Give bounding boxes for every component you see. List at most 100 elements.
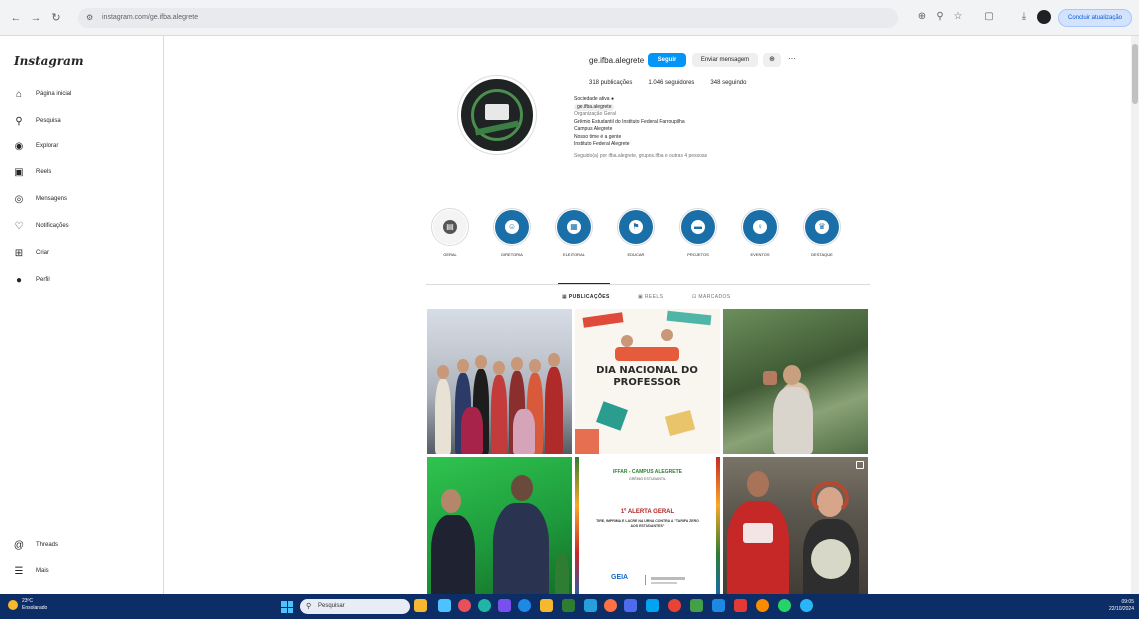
app-icon[interactable]: [604, 599, 617, 612]
messenger-icon: ◎: [14, 193, 24, 205]
system-clock[interactable]: 09:05 22/10/2024: [1090, 599, 1134, 613]
highlight-label: ELEITORAL: [563, 252, 585, 257]
app-icon[interactable]: [624, 599, 637, 612]
tab-marcados[interactable]: ⊡ MARCADOS: [692, 294, 730, 300]
post-alerta-geral[interactable]: IFFAR - CAMPUS ALEGRETE GRÊMIO ESTUDANTI…: [575, 457, 720, 594]
app-icon[interactable]: [584, 599, 597, 612]
highlight-diretoria[interactable]: ☺ DIRETORIA: [489, 208, 535, 257]
app-icon[interactable]: [756, 599, 769, 612]
bio-line: Campus Alegrete: [574, 126, 613, 132]
app-icon[interactable]: [540, 599, 553, 612]
bio-line: Instituto Federal Alegrete: [574, 141, 630, 147]
tab-publicacoes[interactable]: ▦ PUBLICAÇÕES: [562, 294, 610, 300]
tab-label: PUBLICAÇÕES: [568, 294, 610, 300]
hamburger-icon: ☰: [14, 565, 24, 577]
profile-avatar[interactable]: [458, 76, 536, 154]
highlight-destaque[interactable]: ♛ DESTAQUE: [799, 208, 845, 257]
app-icon[interactable]: [438, 599, 451, 612]
reload-icon[interactable]: ↻: [48, 10, 64, 26]
post-green-screen[interactable]: [427, 457, 572, 594]
highlight-geral[interactable]: ▤ GERAL: [427, 208, 473, 257]
sidebar-item-create[interactable]: ⊞ Criar: [12, 243, 152, 263]
highlight-projetos[interactable]: ▬ PROJETOS: [675, 208, 721, 257]
bio-tag[interactable]: ge.ifba.alegrete: [574, 103, 834, 111]
tab-search-icon[interactable]: ▢: [982, 11, 996, 22]
more-options-button[interactable]: ···: [785, 53, 799, 67]
active-tab-indicator: [558, 283, 610, 284]
file-explorer-icon[interactable]: [414, 599, 427, 612]
update-button[interactable]: Concluir atualização: [1058, 9, 1132, 27]
sidebar-item-profile[interactable]: ● Perfil: [12, 270, 152, 290]
profile-icon[interactable]: [1037, 10, 1051, 24]
scrollbar-thumb[interactable]: [1132, 44, 1138, 104]
message-button[interactable]: Enviar mensagem: [692, 53, 758, 67]
highlight-educar[interactable]: ⚑ EDUCAR: [613, 208, 659, 257]
instagram-logo[interactable]: Instagram: [14, 54, 84, 68]
app-icon[interactable]: [734, 599, 747, 612]
windows-start-icon[interactable]: [281, 601, 293, 613]
followed-by[interactable]: Seguido(a) por ifba.alegrete, grupos.ifb…: [574, 153, 834, 161]
trophy-icon: ♛: [815, 220, 829, 234]
search-icon: ⚲: [15, 115, 23, 127]
browser-toolbar: ← → ↻ ⚙ instagram.com/ge.ifba.alegrete ⊕…: [0, 0, 1139, 36]
sidebar-item-label: Pesquisa: [36, 118, 61, 124]
bookmark-star-icon[interactable]: ☆: [951, 11, 965, 22]
sidebar-item-notifications[interactable]: ♡ Notificações: [12, 216, 152, 236]
clock-time: 09:05: [1121, 599, 1134, 605]
whatsapp-icon[interactable]: [778, 599, 791, 612]
compass-icon: ◉: [14, 140, 24, 152]
page-scrollbar[interactable]: [1131, 36, 1139, 594]
reels-small-icon: ▣: [638, 294, 645, 300]
sidebar-item-more[interactable]: ☰ Mais: [12, 561, 152, 581]
back-icon[interactable]: ←: [8, 10, 24, 26]
grid-icon: ▦: [562, 294, 569, 300]
add-user-icon: ⊕: [769, 56, 775, 63]
app-icon[interactable]: [458, 599, 471, 612]
app-icon[interactable]: [690, 599, 703, 612]
poster-logo: GEIA: [611, 574, 629, 581]
highlight-cover-icon: ▤: [443, 220, 457, 234]
bio-line: Nosso time é a gente: [574, 133, 622, 140]
highlight-label: EVENTOS: [750, 252, 770, 257]
post-two-students[interactable]: [723, 457, 868, 594]
app-icon[interactable]: [712, 599, 725, 612]
app-icon[interactable]: [800, 599, 813, 612]
following-count[interactable]: 348 seguindo: [710, 80, 746, 86]
highlight-eleitoral[interactable]: ▦ ELEITORAL: [551, 208, 597, 257]
highlight-label: GERAL: [443, 252, 457, 257]
sidebar-item-threads[interactable]: @ Threads: [12, 535, 152, 555]
followers-count[interactable]: 1.046 seguidores: [648, 80, 694, 86]
ballot-icon: ▦: [567, 220, 581, 234]
post-forest-photo[interactable]: [723, 309, 868, 454]
suggest-user-button[interactable]: ⊕: [763, 53, 781, 67]
address-bar[interactable]: ⚙ instagram.com/ge.ifba.alegrete: [78, 8, 898, 28]
weather-temp: 23ºC: [22, 598, 33, 604]
app-icon[interactable]: [562, 599, 575, 612]
taskbar-search[interactable]: ⚲ Pesquisar: [300, 599, 410, 614]
sidebar-item-reels[interactable]: ▣ Reels: [12, 162, 152, 182]
translate-icon[interactable]: ⊕: [915, 11, 929, 22]
download-icon[interactable]: ⤓: [1017, 11, 1031, 22]
search-icon: ⚲: [306, 603, 312, 610]
edge-icon[interactable]: [478, 599, 491, 612]
sidebar-item-explore[interactable]: ◉ Explorar: [12, 136, 152, 156]
chrome-icon[interactable]: [668, 599, 681, 612]
sidebar-item-search[interactable]: ⚲ Pesquisa: [12, 111, 152, 131]
follow-button[interactable]: Seguir: [648, 53, 686, 67]
post-dia-professor[interactable]: DIA NACIONAL DO PROFESSOR: [575, 309, 720, 454]
app-icon[interactable]: [646, 599, 659, 612]
sidebar-item-label: Mensagens: [36, 196, 68, 202]
weather-widget[interactable]: 23ºC Ensolarado: [8, 598, 47, 612]
carousel-icon: [856, 461, 864, 469]
sidebar-item-messages[interactable]: ◎ Mensagens: [12, 189, 152, 209]
tab-reels[interactable]: ▣ REELS: [638, 294, 663, 300]
app-icon[interactable]: [518, 599, 531, 612]
highlight-label: DESTAQUE: [811, 252, 833, 257]
sidebar-item-home[interactable]: ⌂ Página inicial: [12, 84, 152, 104]
zoom-icon[interactable]: ⚲: [933, 11, 947, 22]
highlight-eventos[interactable]: ♀ EVENTOS: [737, 208, 783, 257]
site-info-icon[interactable]: ⚙: [86, 8, 93, 28]
app-icon[interactable]: [498, 599, 511, 612]
forward-icon[interactable]: →: [28, 10, 44, 26]
post-group-photo[interactable]: [427, 309, 572, 454]
